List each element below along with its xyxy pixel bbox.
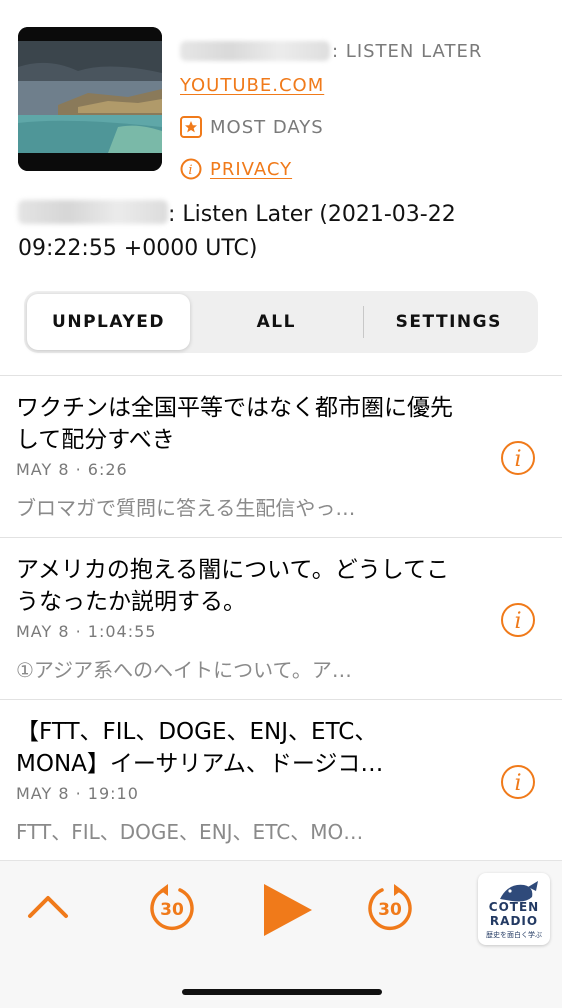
tab-unplayed[interactable]: UNPLAYED: [27, 294, 190, 350]
now-playing-logo-tagline: 歴史を面白く学ぶ: [486, 931, 542, 939]
episode-row[interactable]: ワクチンは全国平等ではなく都市圏に優先して配分すべき MAY 8 · 6:26 …: [0, 375, 562, 537]
episode-filter-tabs: UNPLAYED ALL SETTINGS: [24, 291, 538, 353]
star-badge-icon: [180, 116, 202, 138]
tab-settings[interactable]: SETTINGS: [362, 294, 536, 350]
episode-snippet: ①アジア系へのヘイトについて。ア…: [16, 658, 352, 682]
podcast-artwork: [18, 27, 162, 171]
author-name-blurred-2: [18, 200, 168, 224]
podcast-header: : LISTEN LATER YOUTUBE.COM MOST DAYS i P…: [0, 0, 562, 190]
info-circle-icon: i: [180, 158, 202, 180]
author-name-blurred: [180, 41, 330, 61]
episode-row[interactable]: アメリカの抱える闇について。どうしてこうなったか説明する。 MAY 8 · 1:…: [0, 537, 562, 699]
frequency-label: MOST DAYS: [210, 116, 324, 138]
episode-info-icon[interactable]: i: [500, 602, 536, 638]
now-playing-logo-line1: COTEN: [488, 900, 540, 914]
listen-later-label: : LISTEN LATER: [332, 40, 483, 62]
episode-info-icon[interactable]: i: [500, 440, 536, 476]
home-indicator[interactable]: [182, 989, 382, 995]
now-playing-artwork[interactable]: COTEN RADIO 歴史を面白く学ぶ: [478, 873, 550, 945]
episode-row[interactable]: 【FTT、FIL、DOGE、ENJ、ETC、MONA】イーサリアム、ドージコ… …: [0, 699, 562, 861]
episode-date: MAY 8 · 6:26: [16, 460, 128, 479]
tab-all[interactable]: ALL: [190, 294, 363, 350]
episode-date: MAY 8 · 19:10: [16, 784, 139, 803]
svg-text:i: i: [514, 447, 521, 472]
podcast-meta: : LISTEN LATER YOUTUBE.COM MOST DAYS i P…: [180, 30, 550, 190]
episode-title: 【FTT、FIL、DOGE、ENJ、ETC、MONA】イーサリアム、ドージコ…: [16, 719, 384, 777]
episode-snippet: FTT、FIL、DOGE、ENJ、ETC、MO…: [16, 820, 364, 844]
play-button[interactable]: [258, 880, 314, 940]
now-playing-logo-line2: RADIO: [489, 914, 539, 928]
source-link[interactable]: YOUTUBE.COM: [180, 75, 324, 96]
svg-text:i: i: [514, 771, 521, 796]
episode-info-icon[interactable]: i: [500, 764, 536, 800]
episode-list: ワクチンは全国平等ではなく都市圏に優先して配分すべき MAY 8 · 6:26 …: [0, 375, 562, 861]
episode-title: ワクチンは全国平等ではなく都市圏に優先して配分すべき: [16, 395, 453, 453]
svg-text:i: i: [188, 163, 193, 178]
episode-title: アメリカの抱える闇について。どうしてこうなったか説明する。: [16, 557, 450, 615]
svg-text:i: i: [514, 609, 521, 634]
episode-snippet: ブロマガで質問に答える生配信やっ…: [16, 496, 356, 520]
privacy-link[interactable]: PRIVACY: [210, 159, 292, 180]
skip-back-button[interactable]: 30: [146, 880, 198, 936]
skip-back-seconds: 30: [160, 900, 184, 920]
play-icon: [264, 884, 312, 936]
privacy-row[interactable]: i PRIVACY: [180, 148, 550, 190]
podcast-description: : Listen Later (2021-03-22 09:22:55 +000…: [18, 198, 548, 266]
skip-forward-button[interactable]: 30: [364, 880, 416, 936]
episode-date: MAY 8 · 1:04:55: [16, 622, 157, 641]
source-row: YOUTUBE.COM: [180, 64, 550, 106]
frequency-row: MOST DAYS: [180, 106, 550, 148]
expand-player-chevron-icon[interactable]: [26, 892, 70, 922]
skip-forward-seconds: 30: [378, 900, 402, 920]
